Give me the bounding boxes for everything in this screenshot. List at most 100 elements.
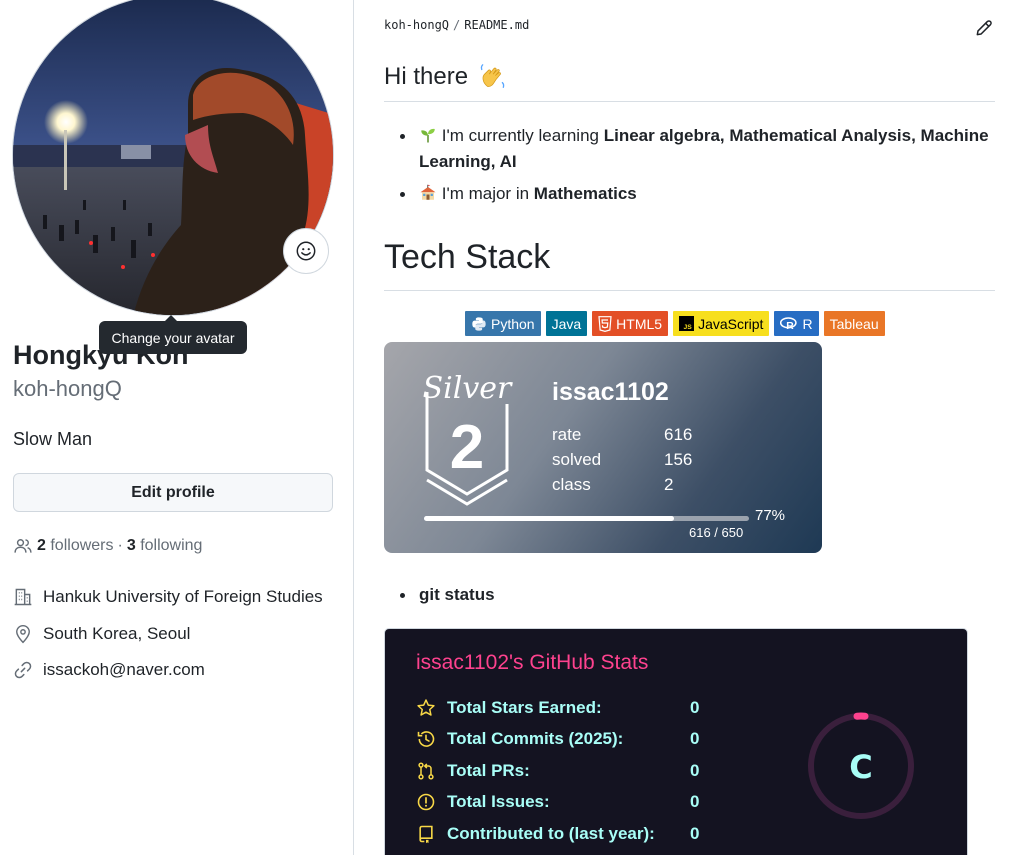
badge-java-label: Java xyxy=(551,315,582,332)
stat-value-contributed: 0 xyxy=(690,823,700,843)
stat-label-stars: Total Stars Earned: xyxy=(447,697,602,717)
repo-icon xyxy=(415,823,437,845)
stat-value-stars: 0 xyxy=(690,697,700,717)
followers-link[interactable]: 2 followers xyxy=(37,537,114,555)
tier-level: 2 xyxy=(450,413,484,482)
tier-progress-fill xyxy=(424,516,675,521)
badge-python[interactable]: Python xyxy=(465,311,541,336)
badge-tableau[interactable]: Tableau xyxy=(823,311,885,336)
edit-readme-button[interactable] xyxy=(974,18,994,38)
github-stats-title: issac1102's GitHub Stats xyxy=(416,651,649,674)
solvedac-card[interactable]: Silver 2 issac1102 rate 616 solved 156 cla… xyxy=(384,342,822,553)
badge-javascript-label: JavaScript xyxy=(698,315,764,332)
avatar[interactable] xyxy=(12,0,334,316)
tier-badge: Silver 2 xyxy=(423,371,513,506)
stat-label-prs: Total PRs: xyxy=(447,760,530,780)
pull-request-icon xyxy=(415,760,437,782)
tier-progress-count: 616 / 650 xyxy=(689,525,744,540)
following-link[interactable]: 3 following xyxy=(127,537,203,555)
stat-rate: rate 616 xyxy=(552,422,692,447)
stat-solved-value: 156 xyxy=(664,450,693,469)
svg-text:JS: JS xyxy=(684,324,693,331)
rank-letter: C xyxy=(849,748,872,786)
git-status-item: git status xyxy=(384,582,495,608)
intro-item-major: I'm major in Mathematics xyxy=(384,181,995,207)
stat-row-stars: Total Stars Earned: 0 xyxy=(415,692,720,724)
intro-major-subject: Mathematics xyxy=(533,184,637,203)
svg-text:R: R xyxy=(787,321,795,331)
intro-list: I'm currently learning Linear algebra, M… xyxy=(384,123,995,207)
stat-label-contributed: Contributed to (last year): xyxy=(447,823,655,843)
stat-rate-value: 616 xyxy=(664,425,693,444)
rank-circle: C xyxy=(808,712,914,819)
stat-class-label: class xyxy=(552,475,591,494)
readme-path-file: README.md xyxy=(464,18,530,32)
solvedac-stats: rate 616 solved 156 class 2 xyxy=(552,422,692,497)
badge-javascript[interactable]: JS JavaScript xyxy=(673,311,770,336)
stat-label-issues: Total Issues: xyxy=(447,792,550,812)
vcard-email[interactable]: issackoh@naver.com xyxy=(13,658,205,682)
location-icon xyxy=(16,624,30,644)
readme-heading-hi: Hi there xyxy=(384,62,508,92)
readme-heading-tech: Tech Stack xyxy=(384,238,551,276)
followers-count: 2 xyxy=(37,537,46,554)
email-link[interactable]: issackoh@naver.com xyxy=(43,660,205,680)
following-label: following xyxy=(140,537,203,554)
stat-value-issues: 0 xyxy=(690,792,700,812)
stat-row-commits: Total Commits (2025): 0 xyxy=(415,724,720,756)
star-icon xyxy=(415,697,437,719)
profile-bio: Slow Man xyxy=(13,429,93,449)
tier-progress-percent: 77% xyxy=(755,507,786,524)
badge-tableau-label: Tableau xyxy=(829,315,879,332)
sidebar-divider xyxy=(353,0,354,855)
tech-badges: Python Java HTML5 JS JavaScript R R Tabl… xyxy=(465,311,885,336)
profile-login: koh-hongQ xyxy=(13,376,122,401)
solvedac-handle: issac1102 xyxy=(552,378,669,406)
github-stats-rows: Total Stars Earned: 0 Total Commits (202… xyxy=(415,692,720,850)
stat-class: class 2 xyxy=(552,472,692,497)
stat-solved-label: solved xyxy=(552,450,602,469)
intro-major-prefix: I'm major in xyxy=(441,184,534,203)
badge-r[interactable]: R R xyxy=(774,311,819,336)
javascript-icon: JS xyxy=(679,316,695,331)
git-status-label: git status xyxy=(419,585,495,604)
git-status-list: git status xyxy=(384,582,495,608)
badge-r-label: R xyxy=(802,315,813,332)
stat-solved: solved 156 xyxy=(552,447,692,472)
people-icon xyxy=(14,539,32,553)
badge-html5-label: HTML5 xyxy=(616,315,663,332)
edit-profile-button[interactable]: Edit profile xyxy=(13,473,333,512)
badge-java[interactable]: Java xyxy=(545,311,588,336)
avatar-container xyxy=(12,0,334,316)
seedling-icon xyxy=(421,128,435,143)
r-lang-icon: R xyxy=(780,317,798,331)
pencil-icon xyxy=(976,20,992,36)
stat-value-commits: 0 xyxy=(690,729,700,749)
set-status-button[interactable] xyxy=(283,228,329,274)
github-stats-card[interactable]: issac1102's GitHub Stats Total Stars Ear… xyxy=(384,628,968,855)
readme-path-user[interactable]: koh-hongQ xyxy=(384,18,449,32)
followers-label: followers xyxy=(50,537,114,554)
stat-row-contributed: Contributed to (last year): 0 xyxy=(415,818,720,850)
waving-hand-icon xyxy=(480,64,505,88)
intro-item-learning: I'm currently learning Linear algebra, M… xyxy=(384,123,995,175)
heading-tech-rule xyxy=(384,290,995,291)
smiley-icon xyxy=(296,241,316,261)
readme-path-separator: / xyxy=(453,18,461,32)
history-icon xyxy=(415,728,437,750)
organization-icon xyxy=(14,588,32,606)
vcard-organization: Hankuk University of Foreign Studies xyxy=(13,585,323,609)
tier-name: Silver xyxy=(423,371,513,406)
issue-icon xyxy=(415,791,437,813)
stat-rate-label: rate xyxy=(552,425,582,444)
stat-row-issues: Total Issues: 0 xyxy=(415,787,720,819)
vcard-location: South Korea, Seoul xyxy=(13,622,190,646)
location-text: South Korea, Seoul xyxy=(43,624,191,643)
avatar-tooltip: Change your avatar xyxy=(99,315,247,354)
python-icon xyxy=(472,316,486,331)
stat-label-commits: Total Commits (2025): xyxy=(447,729,624,749)
stat-class-value: 2 xyxy=(664,475,674,494)
badge-html5[interactable]: HTML5 xyxy=(592,311,669,336)
stat-row-prs: Total PRs: 0 xyxy=(415,755,720,787)
readme-breadcrumb: koh-hongQ / README.md xyxy=(384,18,529,32)
